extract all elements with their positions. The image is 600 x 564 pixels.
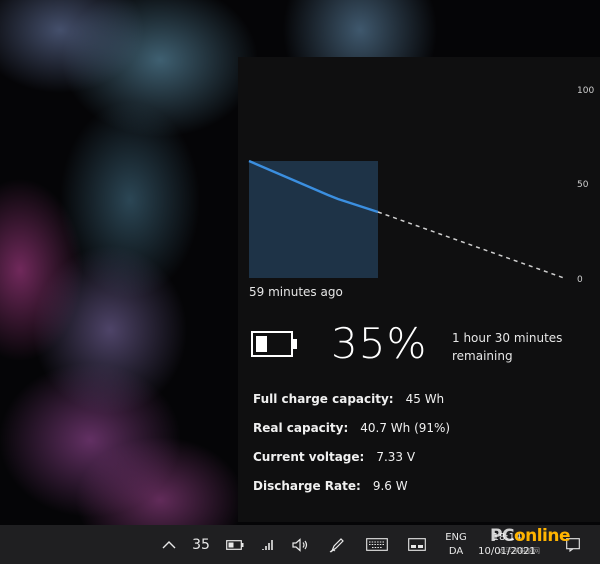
stat-full-charge-capacity: Full charge capacity: 45 Wh xyxy=(253,392,583,421)
history-start-label: 59 minutes ago xyxy=(249,285,343,299)
battery-chart: 100 50 0 xyxy=(238,57,600,317)
wifi-icon[interactable] xyxy=(254,525,284,564)
battery-stats: Full charge capacity: 45 Wh Real capacity… xyxy=(253,392,583,508)
stat-value: 40.7 Wh (91%) xyxy=(360,421,451,435)
battery-percent-tray[interactable]: 35 xyxy=(186,525,216,564)
keyboard-icon[interactable] xyxy=(362,525,392,564)
stat-value: 45 Wh xyxy=(405,392,445,406)
tablet-icon[interactable] xyxy=(402,525,432,564)
battery-icon[interactable] xyxy=(220,525,250,564)
watermark-logo: PConline xyxy=(490,526,571,546)
stat-discharge-rate: Discharge Rate: 9.6 W xyxy=(253,479,583,508)
time-remaining-suffix: remaining xyxy=(452,349,513,363)
time-remaining-value: 1 hour 30 minutes xyxy=(452,331,563,345)
stat-label: Discharge Rate: xyxy=(253,479,361,493)
watermark-brand-a: PC xyxy=(490,526,514,546)
stat-current-voltage: Current voltage: 7.33 V xyxy=(253,450,583,479)
language-code: ENG xyxy=(445,531,467,543)
y-tick-50: 50 xyxy=(577,180,589,190)
stat-real-capacity: Real capacity: 40.7 Wh (91%) xyxy=(253,421,583,450)
volume-icon[interactable] xyxy=(286,525,316,564)
y-tick-0: 0 xyxy=(577,275,583,285)
watermark-subtitle: 太平洋电脑网 xyxy=(498,547,540,555)
keyboard-layout: DA xyxy=(448,545,464,557)
stat-value: 7.33 V xyxy=(376,450,416,464)
stat-label: Current voltage: xyxy=(253,450,365,464)
y-tick-100: 100 xyxy=(577,86,594,96)
battery-summary: 35% 1 hour 30 minutes remaining xyxy=(249,319,589,375)
watermark-brand-b: online xyxy=(513,526,571,546)
battery-icon xyxy=(251,331,299,357)
battery-percent: 35% xyxy=(331,319,428,368)
history-area xyxy=(249,161,378,278)
chevron-up-icon[interactable] xyxy=(156,525,182,564)
stat-label: Full charge capacity: xyxy=(253,392,394,406)
battery-flyout: 100 50 0 59 minutes ago 35% 1 hour 30 mi… xyxy=(238,57,600,522)
pen-icon[interactable] xyxy=(322,525,352,564)
language-indicator[interactable]: ENG DA xyxy=(440,525,472,564)
projection-line xyxy=(377,211,565,279)
stat-value: 9.6 W xyxy=(372,479,408,493)
stat-label: Real capacity: xyxy=(253,421,349,435)
time-remaining: 1 hour 30 minutes remaining xyxy=(452,329,592,365)
